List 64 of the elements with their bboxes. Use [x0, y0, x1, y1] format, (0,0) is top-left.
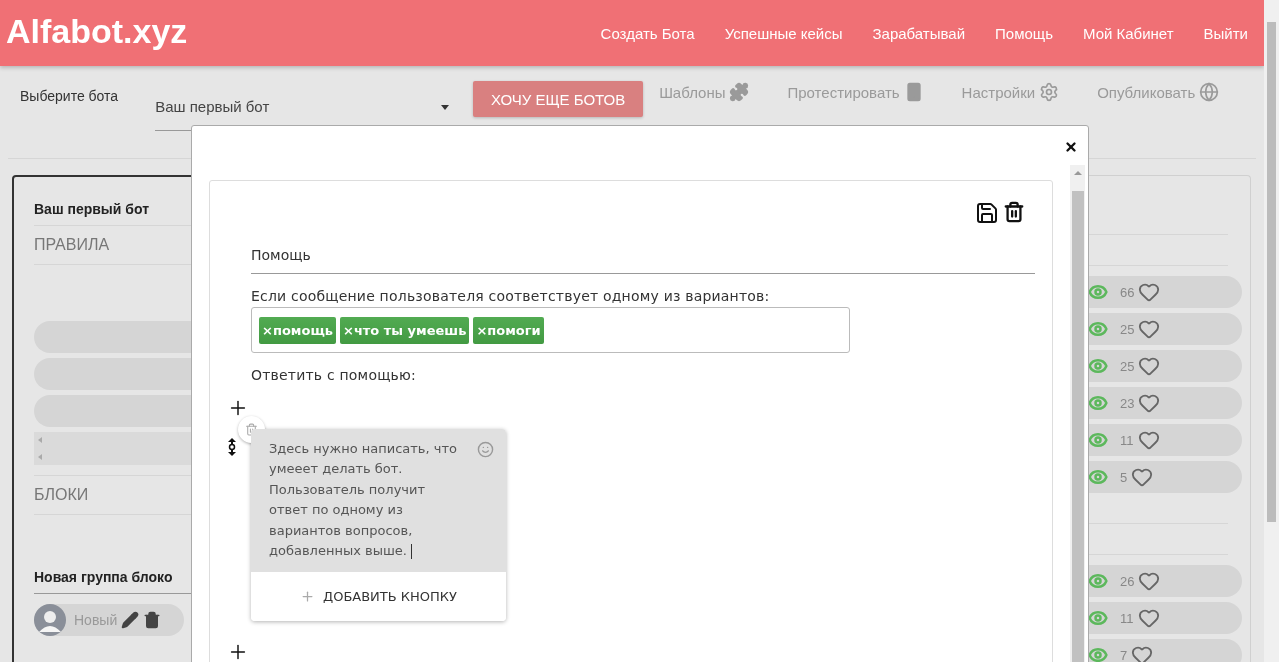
- eye-icon: [1088, 571, 1108, 591]
- nav-link[interactable]: Помощь: [995, 24, 1053, 42]
- heart-icon[interactable]: [1138, 355, 1161, 377]
- keyword-tag[interactable]: ×помоги: [473, 316, 544, 344]
- plus-icon: [300, 589, 315, 604]
- eye-icon: [1088, 467, 1108, 487]
- view-count: 66: [1120, 284, 1135, 300]
- delete-button[interactable]: [1003, 201, 1025, 225]
- eye-icon: [1088, 608, 1108, 628]
- toolbar-link[interactable]: Настройки: [961, 82, 1060, 102]
- caret-icon: [441, 105, 450, 110]
- toolbar-link[interactable]: Опубликовать: [1097, 82, 1220, 102]
- nav-link[interactable]: Выйти: [1203, 24, 1248, 42]
- view-count: 25: [1120, 321, 1135, 337]
- nav-link[interactable]: Создать Бота: [600, 24, 695, 42]
- reply-label: Ответить с помощью:: [251, 367, 417, 383]
- trash-icon[interactable]: [143, 611, 162, 629]
- keyword-tag[interactable]: ×помощь: [259, 316, 336, 344]
- view-count: 7: [1120, 647, 1128, 662]
- select-label: Выберите бота: [20, 88, 119, 104]
- globe-icon: [1199, 82, 1220, 102]
- more-bots-button[interactable]: ХОЧУ ЕЩЕ БОТОВ: [473, 81, 644, 117]
- gear-icon: [1039, 82, 1060, 102]
- heart-icon[interactable]: [1138, 570, 1161, 592]
- toolbar-link[interactable]: Шаблоны: [659, 82, 750, 102]
- trash-icon: [245, 423, 258, 436]
- eye-icon: [1088, 645, 1108, 662]
- heart-icon[interactable]: [1138, 281, 1161, 303]
- emoji-icon[interactable]: [477, 441, 494, 458]
- view-count: 23: [1120, 395, 1135, 411]
- block-label: Новый: [74, 612, 118, 628]
- view-count: 5: [1120, 469, 1128, 485]
- toolbar-link[interactable]: Протестировать: [787, 82, 924, 102]
- nav-link[interactable]: Зарабатывай: [872, 24, 966, 42]
- heart-icon[interactable]: [1138, 392, 1161, 414]
- eye-icon: [1088, 319, 1108, 339]
- pencil-icon[interactable]: [121, 611, 140, 629]
- avatar: [34, 604, 66, 636]
- heart-icon[interactable]: [1137, 607, 1160, 629]
- view-count: 25: [1120, 358, 1135, 374]
- eye-icon: [1088, 282, 1108, 302]
- nav-link[interactable]: Успешные кейсы: [724, 24, 843, 42]
- eye-icon: [1088, 356, 1108, 376]
- keyword-tag[interactable]: ×что ты умеешь: [339, 316, 470, 344]
- close-button[interactable]: [1064, 140, 1078, 154]
- heart-icon[interactable]: [1138, 318, 1161, 340]
- nav-link[interactable]: Мой Кабинет: [1082, 24, 1174, 42]
- view-count: 26: [1120, 573, 1135, 589]
- view-count: 11: [1120, 610, 1134, 626]
- heart-icon[interactable]: [1131, 644, 1154, 662]
- drag-handle-icon[interactable]: [227, 437, 237, 457]
- message-text[interactable]: Здесь нужно написать, что умееет делать бот. Пользователь получит ответ по одному из вариантов вопросов, добавленных выше.: [251, 429, 506, 572]
- eye-icon: [1088, 393, 1108, 413]
- puzzle-icon: [729, 82, 750, 102]
- block-chip[interactable]: Новый: [34, 604, 184, 636]
- save-button[interactable]: [975, 201, 999, 225]
- logo[interactable]: Alfabot.xyz: [6, 11, 188, 51]
- keywords-field[interactable]: ×помощь ×что ты умеешь ×помоги: [251, 307, 850, 353]
- heart-icon[interactable]: [1137, 429, 1160, 451]
- eye-icon: [1088, 430, 1108, 450]
- add-button[interactable]: ДОБАВИТЬ КНОПКУ: [251, 572, 506, 621]
- heart-icon[interactable]: [1131, 466, 1154, 488]
- match-label: Если сообщение пользователя соответствует одному из вариантов:: [251, 288, 771, 304]
- view-count: 11: [1120, 432, 1134, 448]
